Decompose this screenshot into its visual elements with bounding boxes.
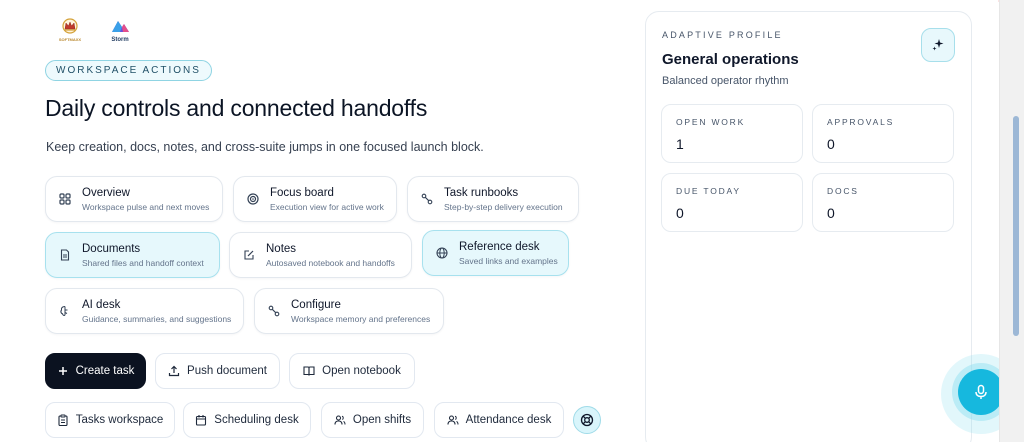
tile-title: Configure: [291, 298, 341, 311]
stat-label: APPROVALS: [827, 117, 895, 127]
tile-desc: Autosaved notebook and handoffs: [266, 257, 395, 268]
brain-icon: [58, 304, 72, 318]
create-task-label: Create task: [75, 365, 135, 377]
open-notebook-button[interactable]: Open notebook: [289, 353, 415, 389]
book-icon: [303, 365, 315, 377]
support-button[interactable]: [573, 406, 601, 434]
document-icon: [58, 248, 72, 262]
tile-reference-desk[interactable]: Reference desk Saved links and examples: [422, 230, 569, 276]
stat-value: 0: [827, 205, 835, 221]
profile-title: General operations: [662, 51, 799, 68]
tile-title: Reference desk: [459, 240, 540, 253]
stat-value: 0: [827, 136, 835, 152]
tile-desc: Guidance, summaries, and suggestions: [82, 313, 232, 324]
tile-desc: Execution view for active work: [270, 201, 384, 212]
stat-label: OPEN WORK: [676, 117, 746, 127]
voice-input-button[interactable]: [958, 369, 1004, 415]
stat-approvals: APPROVALS 0: [812, 104, 954, 163]
clipboard-icon: [57, 414, 69, 426]
tile-desc: Workspace pulse and next moves: [82, 201, 210, 212]
tile-ai-desk[interactable]: AI desk Guidance, summaries, and suggest…: [45, 288, 244, 334]
workspace-main: SOFTMAXX Storm WORKSPACE ACTIONS Daily c…: [0, 0, 998, 442]
scheduling-desk-button[interactable]: Scheduling desk: [183, 402, 311, 438]
sparkle-icon: [932, 39, 944, 51]
tile-desc: Workspace memory and preferences: [291, 313, 431, 324]
users-icon: [447, 414, 459, 426]
brand-label: Storm: [111, 36, 129, 43]
tile-desc: Shared files and handoff context: [82, 257, 204, 268]
tile-title: AI desk: [82, 298, 121, 311]
stat-label: DOCS: [827, 186, 859, 196]
open-shifts-button[interactable]: Open shifts: [321, 402, 424, 438]
microphone-icon: [975, 384, 987, 399]
upload-icon: [168, 365, 180, 377]
lifebuoy-icon: [580, 413, 594, 427]
page-subtitle: Keep creation, docs, notes, and cross-su…: [46, 140, 484, 154]
tile-desc: Saved links and examples: [459, 255, 558, 266]
stat-due-today: DUE TODAY 0: [661, 173, 803, 232]
globe-icon: [435, 246, 449, 260]
tile-task-runbooks[interactable]: Task runbooks Step-by-step delivery exec…: [407, 176, 579, 222]
calendar-icon: [195, 414, 207, 426]
route-icon: [267, 304, 281, 318]
tasks-workspace-button[interactable]: Tasks workspace: [45, 402, 175, 438]
tile-focus-board[interactable]: Focus board Execution view for active wo…: [233, 176, 397, 222]
grid-icon: [58, 192, 72, 206]
scheduling-desk-label: Scheduling desk: [214, 414, 299, 426]
stat-value: 0: [676, 205, 684, 221]
users-icon: [334, 414, 346, 426]
open-shifts-label: Open shifts: [352, 414, 412, 426]
plus-icon: [57, 365, 69, 377]
section-chip: WORKSPACE ACTIONS: [45, 60, 212, 81]
target-icon: [246, 192, 260, 206]
create-task-button[interactable]: Create task: [45, 353, 146, 389]
stat-value: 1: [676, 136, 684, 152]
attendance-desk-button[interactable]: Attendance desk: [434, 402, 564, 438]
stat-open-work: OPEN WORK 1: [661, 104, 803, 163]
tile-title: Focus board: [270, 186, 334, 199]
tile-documents[interactable]: Documents Shared files and handoff conte…: [45, 232, 220, 278]
page-title: Daily controls and connected handoffs: [45, 95, 428, 121]
edit-note-icon: [242, 248, 256, 262]
scrollbar-thumb[interactable]: [1013, 116, 1019, 336]
tile-notes[interactable]: Notes Autosaved notebook and handoffs: [229, 232, 412, 278]
route-icon: [420, 192, 434, 206]
profile-subtitle: Balanced operator rhythm: [662, 75, 789, 87]
storm-cloud-logo-icon: [112, 20, 129, 32]
push-document-label: Push document: [187, 365, 267, 377]
tile-title: Overview: [82, 186, 130, 199]
tile-title: Documents: [82, 242, 141, 255]
scrollbar[interactable]: [999, 0, 1024, 442]
tile-overview[interactable]: Overview Workspace pulse and next moves: [45, 176, 223, 222]
tile-desc: Step-by-step delivery execution: [444, 201, 563, 212]
sparkle-button[interactable]: [921, 28, 955, 62]
stat-docs: DOCS 0: [812, 173, 954, 232]
tile-title: Notes: [266, 242, 297, 255]
brand-label: SOFTMAXX: [58, 37, 82, 42]
tile-configure[interactable]: Configure Workspace memory and preferenc…: [254, 288, 444, 334]
tile-title: Task runbooks: [444, 186, 519, 199]
storm-logo[interactable]: Storm: [102, 12, 138, 48]
attendance-desk-label: Attendance desk: [465, 414, 552, 426]
stat-label: DUE TODAY: [676, 186, 741, 196]
softmaxx-logo[interactable]: SOFTMAXX: [52, 12, 88, 48]
push-document-button[interactable]: Push document: [155, 353, 280, 389]
adaptive-profile-panel: ADAPTIVE PROFILE General operations Bala…: [645, 11, 972, 442]
panel-eyebrow: ADAPTIVE PROFILE: [662, 30, 783, 40]
crown-logo-icon: [62, 18, 78, 34]
open-notebook-label: Open notebook: [322, 365, 401, 377]
tasks-workspace-label: Tasks workspace: [75, 414, 164, 426]
